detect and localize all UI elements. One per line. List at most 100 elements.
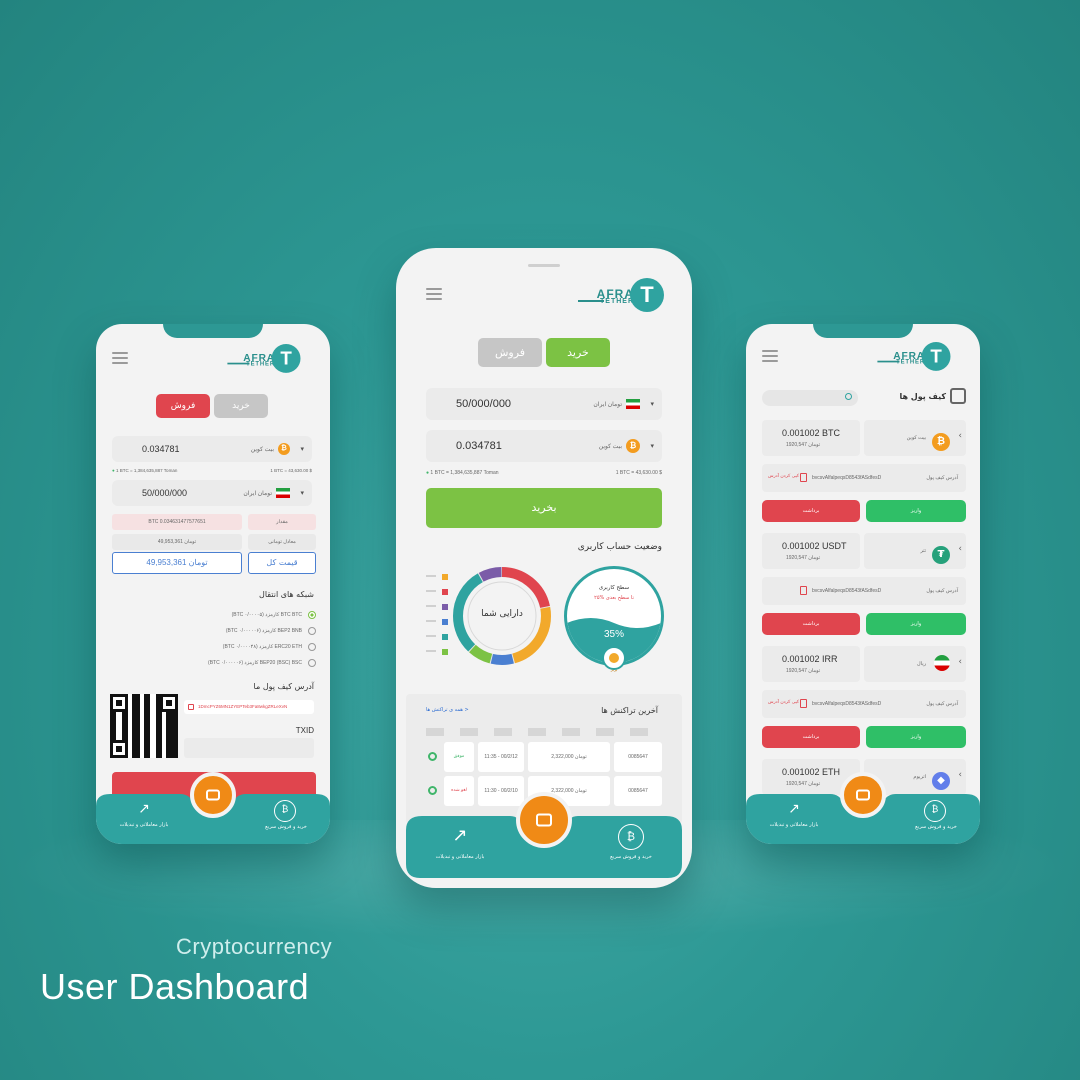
chevron-right-icon[interactable]: ‹ bbox=[958, 657, 962, 667]
copy-address-link[interactable]: کپی کردن آدرس bbox=[768, 700, 799, 705]
wallet-amount: 0.001002 ETH bbox=[782, 767, 841, 777]
sell-tab-button[interactable]: فروش bbox=[478, 338, 542, 367]
wallet-amount: 0.001002 USDT bbox=[782, 541, 847, 551]
btc-amount-field[interactable]: 0.034781 بیت کوین ₿ ▾ bbox=[112, 436, 312, 462]
nav-market-label[interactable]: بازار معاملاتی و تبدیلات bbox=[764, 822, 824, 828]
tx-status: موفق bbox=[444, 742, 474, 772]
wallet-address-row[interactable]: کپی کردن آدرس bvcsvAlfalpeqsD8543fASdfesD… bbox=[762, 690, 966, 718]
usdt-icon: ₮ bbox=[932, 546, 950, 564]
wallet-amount: 0.001002 BTC bbox=[782, 428, 841, 438]
level-percent: 35% bbox=[603, 629, 624, 640]
chevron-down-icon[interactable]: ▾ bbox=[650, 442, 654, 450]
chevron-down-icon[interactable]: ▾ bbox=[300, 489, 304, 497]
chevron-down-icon[interactable]: ▾ bbox=[650, 400, 654, 408]
withdraw-button[interactable]: برداشت bbox=[762, 500, 860, 522]
copy-address-link[interactable]: کپی کردن آدرس bbox=[768, 474, 799, 479]
network-option[interactable]: BTC BTC کارمزد (۰/۰۰۰۰۵ BTC) bbox=[116, 608, 316, 622]
deposit-button[interactable]: واریز bbox=[866, 613, 966, 635]
withdraw-button[interactable]: برداشت bbox=[762, 726, 860, 748]
buy-tab-button[interactable]: خرید bbox=[546, 338, 610, 367]
chevron-right-icon[interactable]: ‹ bbox=[958, 544, 962, 554]
deposit-button[interactable]: واریز bbox=[866, 500, 966, 522]
market-chart-icon[interactable]: ↗ bbox=[782, 802, 806, 818]
wallet-coin-name: ریال bbox=[917, 661, 926, 667]
tx-all-link[interactable]: همه ی تراکنش ها > bbox=[426, 707, 469, 713]
menu-icon[interactable] bbox=[112, 352, 128, 364]
wallet-address-row[interactable]: bvcsvAlfalpeqsD8543fASdfesD آدرس کیف پول bbox=[762, 577, 966, 605]
btc-amount-field[interactable]: 0.034781 بیت کوین ₿ ▾ bbox=[426, 430, 662, 462]
rate-right: 1 BTC = 43,630.00 $ bbox=[270, 468, 312, 473]
eth-icon: ◆ bbox=[932, 772, 950, 790]
wallet-address-label: آدرس کیف پول bbox=[926, 475, 958, 481]
legend-item bbox=[426, 619, 448, 625]
tx-status: لغو شده bbox=[444, 776, 474, 806]
network-option[interactable]: ERC20 ETH کارمزد (۰/۰۰۰۰۴۸ BTC) bbox=[116, 640, 316, 654]
buy-tab-button[interactable]: خرید bbox=[214, 394, 268, 418]
toman-amount-field[interactable]: 50/000/000 تومان ایران ▾ bbox=[112, 480, 312, 506]
txid-label: TXID bbox=[295, 726, 314, 735]
nav-quick-trade-label[interactable]: خرید و فروش سریع bbox=[906, 824, 966, 830]
phone-notch bbox=[813, 324, 913, 338]
summary-row-toman: 49,953,361 تومان معادل تومانی bbox=[112, 534, 316, 550]
search-input[interactable] bbox=[762, 390, 858, 406]
wallet-card[interactable]: 0.001002 USDT 1920,547 تومان ‹ ₮ تتر bbox=[762, 533, 966, 569]
phone-notch bbox=[163, 324, 263, 338]
rate-right: 1 BTC = 43,630.00 $ bbox=[615, 470, 662, 476]
nav-quick-trade-label[interactable]: خرید و فروش سریع bbox=[256, 824, 316, 830]
nav-market-label[interactable]: بازار معاملاتی و تبدیلات bbox=[430, 854, 490, 860]
sell-tab-button[interactable]: فروش bbox=[156, 394, 210, 418]
eye-icon[interactable] bbox=[428, 786, 437, 795]
wallet-address: bvcsvAlfalpeqsD8543fASdfesD bbox=[812, 475, 882, 481]
wallet-fab-button[interactable] bbox=[190, 772, 236, 818]
wallet-address-label: آدرس کیف پول bbox=[926, 701, 958, 707]
wallet-fab-button[interactable] bbox=[516, 792, 572, 848]
iran-flag-icon bbox=[934, 655, 950, 671]
wallet-address-row[interactable]: کپی کردن آدرس bvcsvAlfalpeqsD8543fASdfesD… bbox=[762, 464, 966, 492]
chevron-down-icon[interactable]: ▾ bbox=[300, 445, 304, 453]
chevron-right-icon[interactable]: ‹ bbox=[958, 770, 962, 780]
right-phone: AFRA TETHER T کیف پول ها 0.001002 BTC 1920,… bbox=[746, 324, 980, 844]
iran-flag-icon bbox=[276, 488, 290, 498]
chevron-right-icon[interactable]: ‹ bbox=[958, 431, 962, 441]
txid-input[interactable] bbox=[184, 738, 314, 758]
wallet-fab-button[interactable] bbox=[840, 772, 886, 818]
table-row[interactable]: موفق 11:35 - 00/2/12 2,322,000 تومان 008… bbox=[426, 742, 662, 772]
wallets-title: کیف پول ها bbox=[899, 392, 946, 401]
level-badge: برنز bbox=[602, 646, 626, 672]
wallet-address-field[interactable]: 1DmcPYZ6MN1ZYEPTeb3Fa8wkgZRLeXvN bbox=[184, 700, 314, 714]
nav-quick-trade-label[interactable]: خرید و فروش سریع bbox=[600, 854, 662, 860]
nav-market-label[interactable]: بازار معاملاتی و تبدیلات bbox=[114, 822, 174, 828]
network-option[interactable]: BEP20 (BSC) BSC کارمزد (۰/۰۰۰۰۰۶ BTC) bbox=[116, 656, 316, 670]
wallet-coin-name: اتریوم bbox=[913, 774, 926, 780]
tx-title: آخرین تراکنش ها bbox=[601, 706, 658, 715]
status-title: وضعیت حساب کاربری bbox=[577, 542, 662, 552]
buy-submit-button[interactable]: بخرید bbox=[426, 488, 662, 528]
deposit-button[interactable]: واریز bbox=[866, 726, 966, 748]
toman-amount-field[interactable]: 50/000/000 تومان ایران ▾ bbox=[426, 388, 662, 420]
wallet-amount: 0.001002 IRR bbox=[782, 654, 838, 664]
network-option[interactable]: BEP2 BNB کارمزد (۰/۰۰۰۰۰۶ BTC) bbox=[116, 624, 316, 638]
wallet-address-label: آدرس کیف پول bbox=[926, 588, 958, 594]
legend-item bbox=[426, 649, 448, 655]
wallet-card[interactable]: 0.001002 BTC 1920,547 تومان ‹ ₿ بیت کوین bbox=[762, 420, 966, 456]
eye-icon[interactable] bbox=[428, 752, 437, 761]
btc-icon: ₿ bbox=[932, 433, 950, 451]
rate-left: ● 1 BTC = 1,384,635,887 Toman bbox=[426, 470, 499, 476]
exchange-coin-icon[interactable]: ₿ bbox=[924, 800, 946, 822]
medal-icon bbox=[609, 653, 619, 663]
withdraw-button[interactable]: برداشت bbox=[762, 613, 860, 635]
copy-icon[interactable] bbox=[800, 473, 807, 482]
market-chart-icon[interactable]: ↗ bbox=[132, 802, 156, 818]
search-icon[interactable] bbox=[845, 393, 852, 400]
copy-icon[interactable] bbox=[188, 704, 194, 710]
menu-icon[interactable] bbox=[762, 350, 778, 362]
exchange-coin-icon[interactable]: ₿ bbox=[274, 800, 296, 822]
legend-item bbox=[426, 574, 448, 580]
menu-icon[interactable] bbox=[426, 288, 442, 300]
copy-icon[interactable] bbox=[800, 699, 807, 708]
summary-row-total: 49,953,361 تومان قیمت کل bbox=[112, 552, 316, 574]
exchange-coin-icon[interactable]: ₿ bbox=[618, 824, 644, 850]
market-chart-icon[interactable]: ↗ bbox=[446, 826, 474, 848]
wallet-card[interactable]: 0.001002 IRR 1920,547 تومان ‹ ریال bbox=[762, 646, 966, 682]
copy-icon[interactable] bbox=[800, 586, 807, 595]
